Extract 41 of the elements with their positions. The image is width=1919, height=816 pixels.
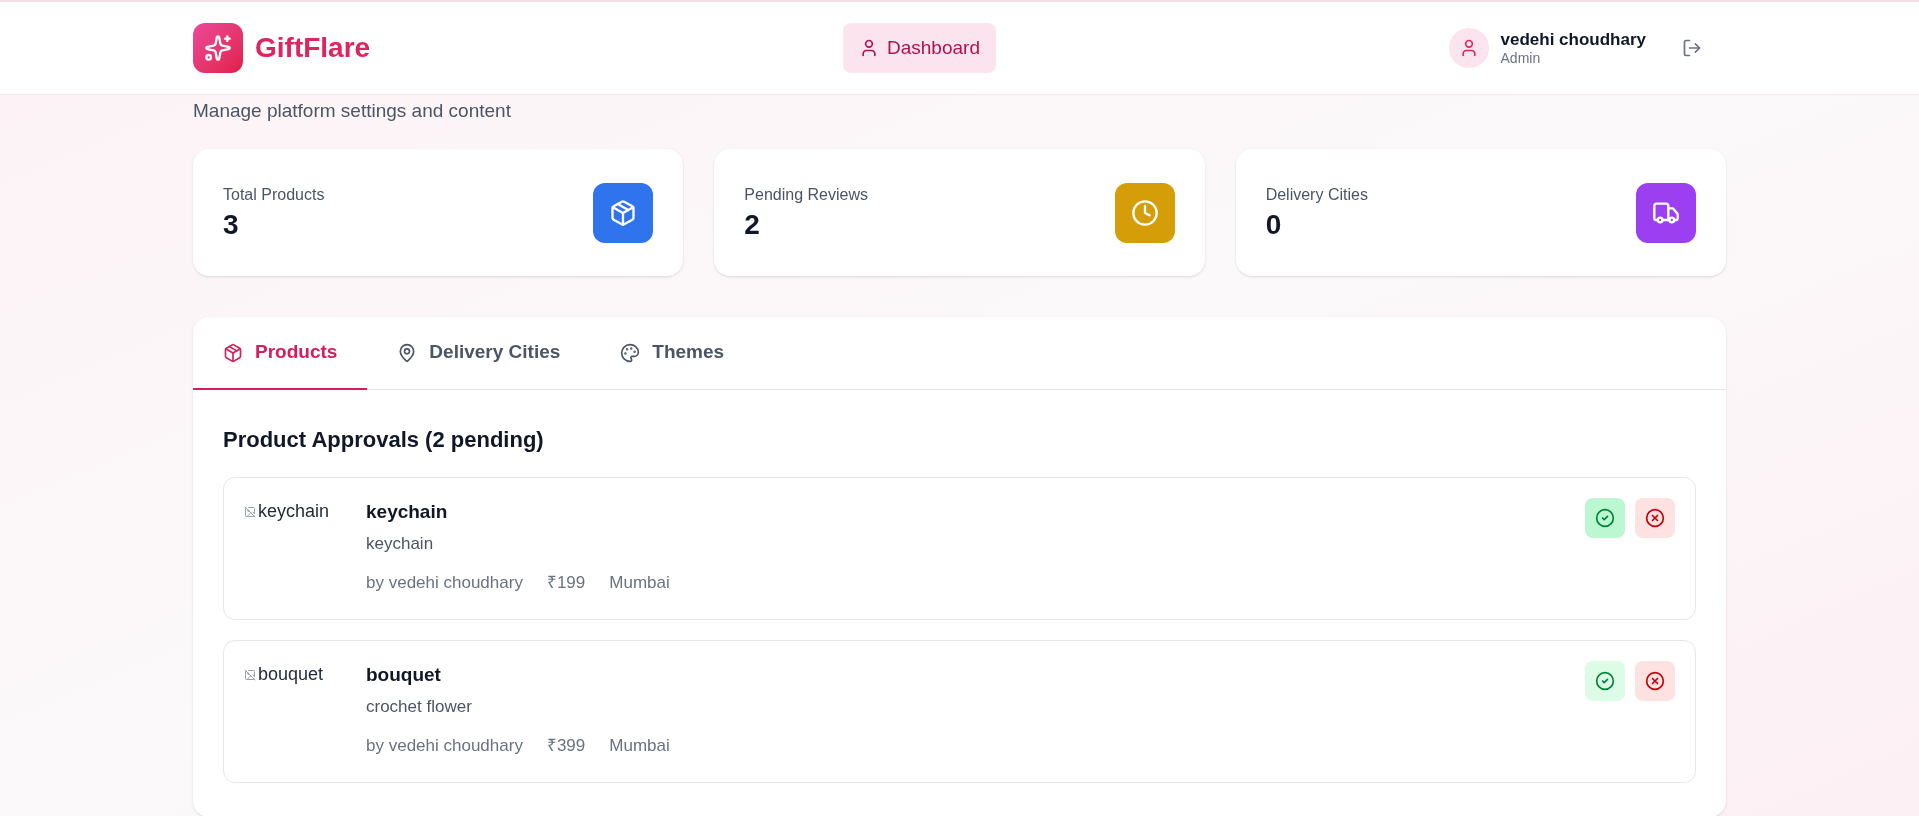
product-city: Mumbai bbox=[609, 735, 670, 757]
stat-value: 3 bbox=[223, 208, 240, 242]
user-role: Admin bbox=[1500, 49, 1542, 68]
logout-icon bbox=[1682, 38, 1702, 58]
product-price: ₹399 bbox=[546, 735, 586, 757]
x-circle-icon bbox=[1645, 508, 1665, 528]
approve-button[interactable] bbox=[1585, 661, 1625, 701]
product-name: bouquet bbox=[366, 663, 442, 687]
product-description: crochet flower bbox=[366, 695, 473, 718]
stat-label: Delivery Cities bbox=[1265, 185, 1368, 205]
user-icon bbox=[859, 38, 879, 58]
avatar bbox=[1448, 28, 1489, 68]
check-circle-icon bbox=[1595, 671, 1615, 691]
product-price: ₹199 bbox=[546, 572, 586, 594]
broken-image: keychain bbox=[244, 498, 364, 525]
stat-label: Pending Reviews bbox=[744, 185, 868, 205]
reject-button[interactable] bbox=[1635, 661, 1675, 701]
palette-icon bbox=[620, 342, 641, 363]
brand-name: GiftFlare bbox=[255, 31, 371, 65]
seller-name: by vedehi choudhary bbox=[366, 735, 523, 757]
page-subtitle: Manage platform settings and content bbox=[193, 99, 512, 123]
product-description: keychain bbox=[366, 532, 435, 555]
reject-button[interactable] bbox=[1635, 498, 1675, 538]
stat-value: 2 bbox=[744, 208, 761, 242]
section-heading: Product Approvals (2 pending) bbox=[223, 426, 545, 454]
tab[interactable]: Themes bbox=[590, 317, 755, 390]
tab[interactable]: Delivery Cities bbox=[367, 317, 591, 390]
tab[interactable]: Products bbox=[193, 317, 368, 390]
check-circle-icon bbox=[1595, 508, 1615, 528]
x-circle-icon bbox=[1645, 671, 1665, 691]
stat-value: 0 bbox=[1265, 208, 1283, 242]
stat-label: Total Products bbox=[223, 185, 325, 205]
product-name: keychain bbox=[366, 500, 449, 524]
sparkle-logo-icon bbox=[193, 23, 243, 73]
box-icon bbox=[223, 342, 243, 363]
user-name: vedehi choudhary bbox=[1500, 28, 1646, 50]
approve-button[interactable] bbox=[1585, 498, 1625, 538]
seller-name: by vedehi choudhary bbox=[366, 572, 523, 594]
broken-image: bouquet bbox=[244, 661, 364, 688]
product-city: Mumbai bbox=[609, 572, 670, 594]
nav-button[interactable]: Dashboard bbox=[843, 23, 996, 73]
